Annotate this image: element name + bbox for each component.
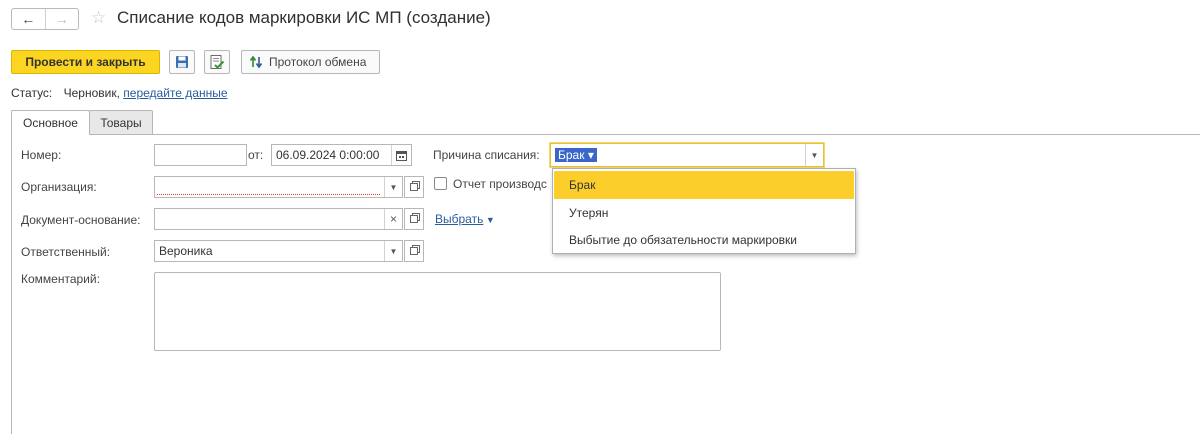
- save-button[interactable]: [169, 50, 195, 74]
- panel-border: [11, 134, 12, 434]
- responsible-input[interactable]: Вероника ▼: [154, 240, 403, 262]
- base-document-input[interactable]: ×: [154, 208, 403, 230]
- floppy-disk-icon: [176, 56, 188, 68]
- date-input[interactable]: 06.09.2024 0:00:00: [271, 144, 412, 166]
- page-title: Списание кодов маркировки ИС МП (создани…: [117, 8, 491, 27]
- comment-textarea[interactable]: [154, 272, 721, 351]
- back-icon[interactable]: ←: [12, 9, 45, 29]
- tab-divider: [11, 134, 1200, 135]
- calendar-icon[interactable]: [391, 145, 411, 165]
- post-document-icon: [210, 55, 225, 69]
- navigation-buttons: ← →: [11, 8, 79, 30]
- writeoff-reason-combo[interactable]: Брак ▾ ▼: [550, 143, 824, 167]
- responsible-value: Вероника: [159, 244, 213, 258]
- responsible-label: Ответственный:: [21, 245, 111, 259]
- date-label: от:: [248, 148, 264, 162]
- status-line: Статус: Черновик, передайте данные: [11, 86, 228, 100]
- organization-label: Организация:: [21, 180, 97, 194]
- status-label: Статус:: [11, 86, 53, 100]
- exchange-log-label: Протокол обмена: [269, 55, 367, 69]
- option-lost[interactable]: Утерян: [554, 199, 854, 227]
- tab-goods[interactable]: Товары: [89, 110, 153, 134]
- open-base-document-button[interactable]: [404, 208, 424, 230]
- select-link[interactable]: Выбрать: [435, 212, 483, 226]
- chevron-down-icon: ▼: [483, 215, 495, 225]
- date-value: 06.09.2024 0:00:00: [276, 148, 380, 162]
- report-checkbox[interactable]: [434, 177, 447, 190]
- chevron-down-icon[interactable]: ▼: [384, 241, 402, 261]
- post-and-close-button[interactable]: Провести и закрыть: [11, 50, 160, 74]
- open-organization-button[interactable]: [404, 176, 424, 198]
- writeoff-reason-value: Брак ▾: [555, 148, 597, 162]
- option-retired-before-marking[interactable]: Выбытие до обязательности маркировки: [554, 226, 854, 254]
- number-input[interactable]: [154, 144, 247, 166]
- open-icon: [410, 183, 418, 191]
- forward-icon[interactable]: →: [44, 9, 79, 29]
- post-document-button[interactable]: [204, 50, 230, 74]
- send-data-link[interactable]: передайте данные: [123, 86, 227, 100]
- favorite-star-icon[interactable]: ☆: [91, 8, 106, 28]
- open-icon: [410, 215, 418, 223]
- number-label: Номер:: [21, 148, 62, 162]
- chevron-down-icon[interactable]: ▼: [384, 177, 402, 197]
- exchange-arrows-icon: [249, 55, 263, 69]
- status-value: Черновик,: [63, 86, 120, 100]
- writeoff-reason-label: Причина списания:: [433, 148, 540, 162]
- option-defect[interactable]: Брак: [554, 171, 854, 199]
- base-document-label: Документ-основание:: [21, 213, 141, 227]
- exchange-log-button[interactable]: Протокол обмена: [241, 50, 380, 74]
- required-marker: [157, 194, 380, 195]
- comment-label: Комментарий:: [21, 272, 100, 286]
- open-icon: [410, 247, 418, 255]
- writeoff-reason-dropdown: Брак Утерян Выбытие до обязательности ма…: [552, 168, 856, 254]
- open-responsible-button[interactable]: [404, 240, 424, 262]
- chevron-down-icon[interactable]: ▼: [805, 144, 823, 166]
- tab-main[interactable]: Основное: [11, 110, 90, 135]
- organization-input[interactable]: ▼: [154, 176, 403, 198]
- select-link-wrap: Выбрать ▼: [435, 212, 495, 226]
- clear-icon[interactable]: ×: [384, 209, 402, 229]
- report-checkbox-label: Отчет производс: [453, 177, 547, 191]
